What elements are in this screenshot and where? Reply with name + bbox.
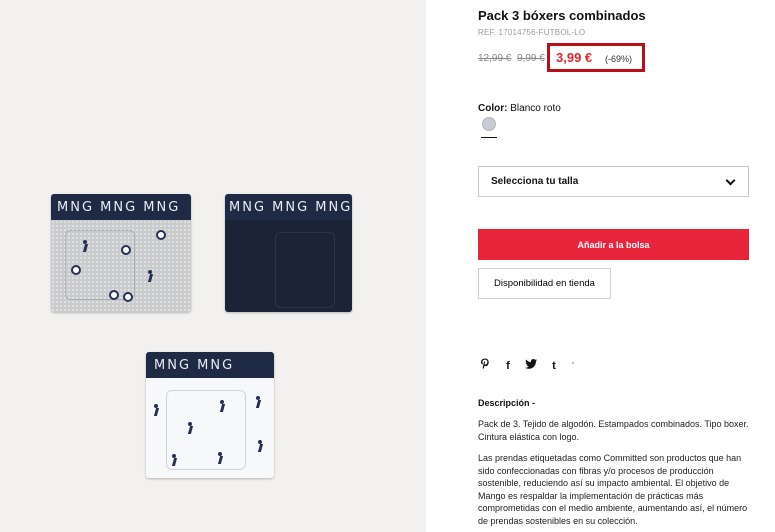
color-info: Color: Blanco roto <box>478 103 561 114</box>
pinterest-icon[interactable] <box>478 358 492 373</box>
white-boxer-image: MNG MNG <box>146 352 274 478</box>
store-availability-button[interactable]: Disponibilidad en tienda <box>478 268 611 299</box>
brand-logo-text: MNG MNG <box>154 357 235 373</box>
current-price: 3,99 € <box>556 50 593 65</box>
color-swatch[interactable] <box>482 117 496 131</box>
brand-logo-text: MNG MNG MNG <box>57 199 181 215</box>
more-share-icon[interactable]: ' <box>570 361 576 370</box>
previous-price: 9,99 € <box>517 53 545 64</box>
size-select-label: Selecciona tu talla <box>491 176 579 187</box>
grey-boxer-image: MNG MNG MNG <box>51 194 191 312</box>
color-value: Blanco roto <box>510 103 561 114</box>
product-reference: REF. 17014756-FUTBOL-LO <box>478 28 586 37</box>
waistband: MNG MNG <box>146 352 274 378</box>
current-price-highlight: 3,99 € (-69%) <box>547 43 645 72</box>
fabric <box>51 220 191 312</box>
size-select[interactable]: Selecciona tu talla <box>478 166 749 197</box>
product-image[interactable]: MNG MNG MNG MNG MNG MNG MNG MNG <box>0 0 426 532</box>
waistband: MNG MNG MNG <box>225 194 352 220</box>
description-text: Pack de 3. Tejido de algodón. Estampados… <box>478 419 749 442</box>
original-price: 12,99 € <box>478 53 512 64</box>
navy-boxer-image: MNG MNG MNG <box>225 194 352 312</box>
waistband: MNG MNG MNG <box>51 194 191 220</box>
fabric <box>146 378 274 478</box>
twitter-icon[interactable] <box>524 359 538 372</box>
facebook-icon[interactable]: f <box>501 360 515 372</box>
selected-swatch-indicator <box>481 137 497 138</box>
chevron-down-icon <box>725 175 736 186</box>
brand-logo-text: MNG MNG MNG <box>229 199 352 215</box>
committed-text: Las prendas etiquetadas como Committed s… <box>478 453 748 526</box>
social-share-bar: f t ' <box>478 358 576 373</box>
color-label: Color: <box>478 103 508 114</box>
product-title: Pack 3 bóxers combinados <box>478 8 646 23</box>
add-to-bag-button[interactable]: Añadir a la bolsa <box>478 229 749 260</box>
description-heading[interactable]: Descripción - <box>478 398 535 408</box>
tumblr-icon[interactable]: t <box>547 360 561 372</box>
fabric <box>225 220 352 312</box>
product-info-panel: Pack 3 bóxers combinados REF. 17014756-F… <box>426 0 775 532</box>
discount-badge: (-69%) <box>605 54 633 64</box>
